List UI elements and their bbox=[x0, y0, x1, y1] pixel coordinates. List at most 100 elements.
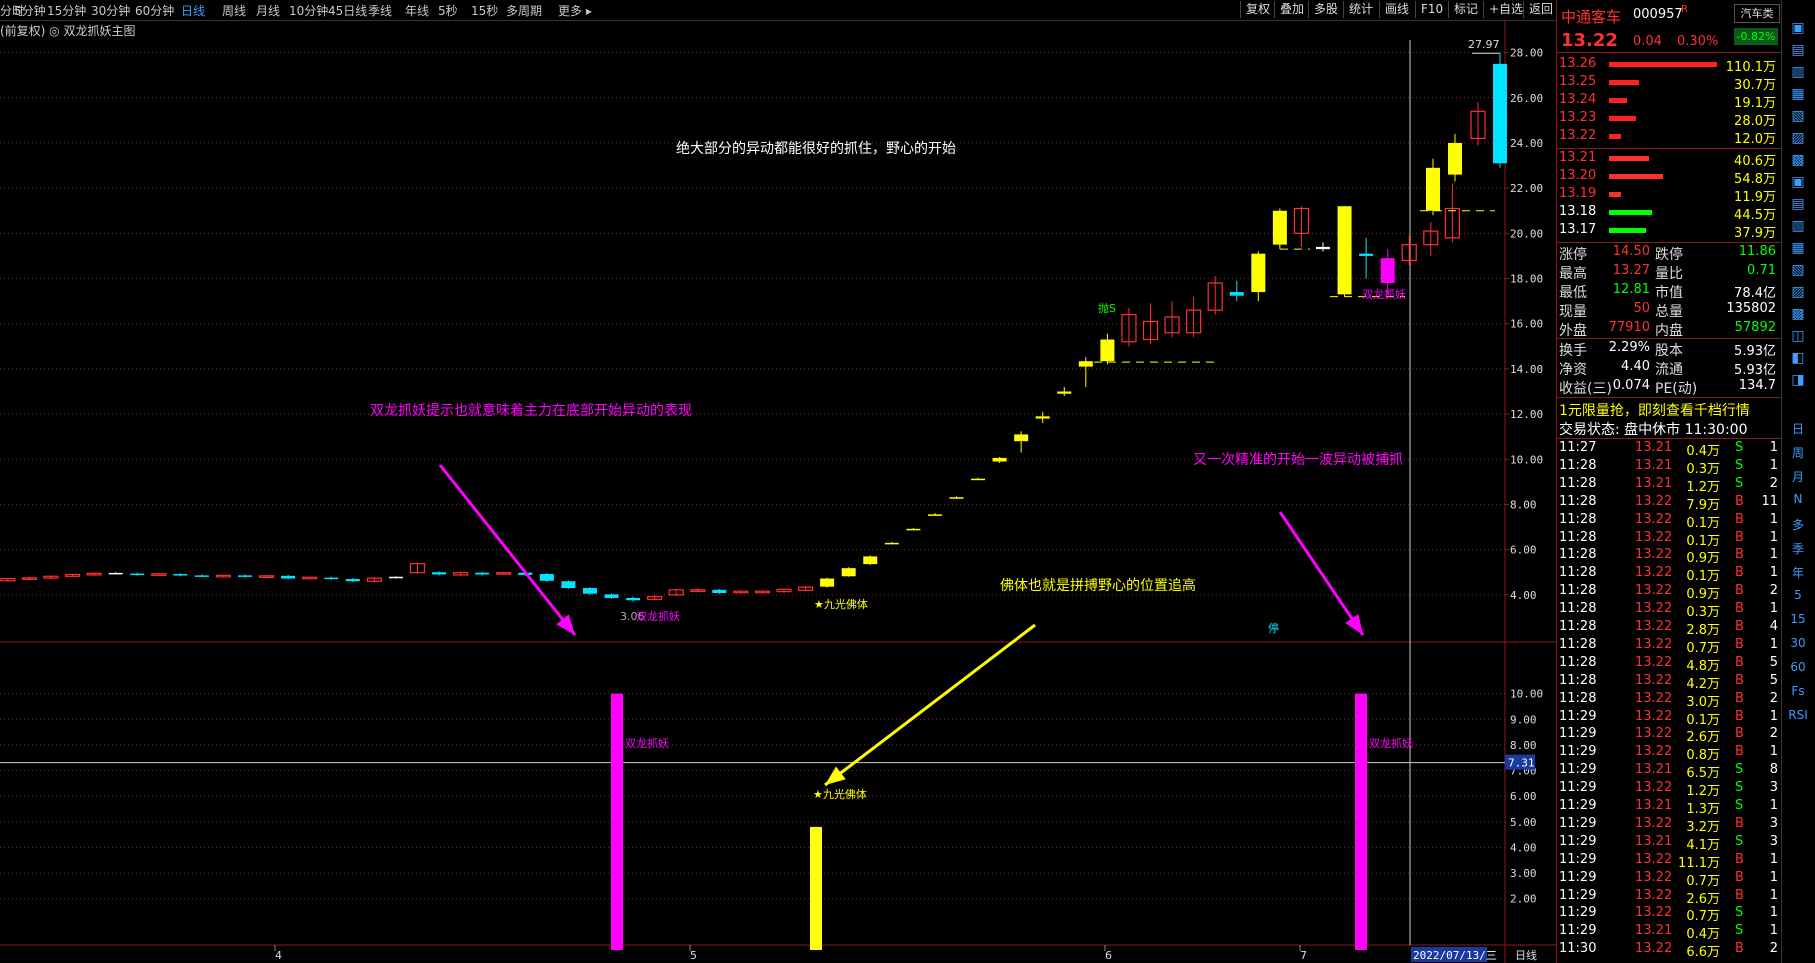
tick-side: B bbox=[1735, 941, 1744, 957]
period-9[interactable]: 45日线 bbox=[328, 2, 367, 19]
tick-count: 1 bbox=[1769, 511, 1778, 527]
tool-icon[interactable]: ▨ bbox=[1785, 284, 1811, 300]
period-15[interactable]: 更多 ▸ bbox=[558, 2, 592, 19]
tool-icon[interactable]: ▣ bbox=[1785, 174, 1811, 190]
tool-icon[interactable]: ◨ bbox=[1785, 372, 1811, 388]
tick-volume: 0.4万 bbox=[1686, 444, 1720, 459]
toolbar-btn-8[interactable]: 返回 bbox=[1523, 1, 1558, 18]
crosshair-value: 7.31 bbox=[1508, 757, 1535, 770]
trade-status: 交易状态: 盘中休市 11:30:00 bbox=[1559, 422, 1748, 438]
tool-icon[interactable]: ▣ bbox=[1785, 20, 1811, 36]
period-shortcut-7[interactable]: 5 bbox=[1785, 588, 1811, 602]
tick-time: 11:29 bbox=[1559, 923, 1597, 939]
toolbar-btn-7[interactable]: +自选 bbox=[1483, 1, 1528, 18]
period-4[interactable]: 60分钟 bbox=[135, 2, 174, 19]
period-1[interactable]: 5分钟 bbox=[14, 2, 46, 19]
bid-price: 13.20 bbox=[1559, 168, 1597, 183]
tool-icon[interactable]: ▩ bbox=[1785, 152, 1811, 168]
tick-volume: 0.1万 bbox=[1686, 569, 1720, 585]
tick-count: 1 bbox=[1769, 869, 1778, 885]
tick-count: 1 bbox=[1769, 708, 1778, 724]
tool-icon[interactable]: ▦ bbox=[1785, 86, 1811, 102]
period-3[interactable]: 30分钟 bbox=[91, 2, 130, 19]
tick-volume: 0.8万 bbox=[1686, 748, 1720, 764]
annotation-top: 绝大部分的异动都能很好的抓住，野心的开始 bbox=[676, 141, 956, 157]
candle-body bbox=[1229, 292, 1244, 296]
toolbar-btn-0[interactable]: 复权 bbox=[1240, 1, 1275, 18]
period-shortcut-6[interactable]: 年 bbox=[1785, 564, 1811, 581]
stat-label: 涨停 bbox=[1559, 247, 1587, 263]
period-shortcut-4[interactable]: 多 bbox=[1785, 516, 1811, 533]
toolbar-btn-6[interactable]: 标记 bbox=[1448, 1, 1483, 18]
stock-code: 000957 bbox=[1633, 7, 1683, 22]
tool-icon[interactable]: ◫ bbox=[1785, 328, 1811, 344]
tick-side: B bbox=[1735, 726, 1744, 742]
period-shortcut-3[interactable]: N bbox=[1785, 492, 1811, 506]
tick-side: S bbox=[1735, 905, 1744, 921]
period-shortcut-10[interactable]: 60 bbox=[1785, 660, 1811, 674]
tool-icon[interactable]: ▤ bbox=[1785, 42, 1811, 58]
period-shortcut-12[interactable]: RSI bbox=[1785, 708, 1811, 722]
period-shortcut-2[interactable]: 月 bbox=[1785, 468, 1811, 485]
period-shortcut-8[interactable]: 15 bbox=[1785, 612, 1811, 626]
period-8[interactable]: 10分钟 bbox=[289, 2, 328, 19]
stat-label: 总量 bbox=[1655, 304, 1683, 320]
toolbar-btn-1[interactable]: 叠加 bbox=[1274, 1, 1309, 18]
tool-icon[interactable]: ▥ bbox=[1785, 64, 1811, 80]
tick-time: 11:29 bbox=[1559, 708, 1597, 724]
candle-body bbox=[1100, 339, 1115, 362]
period-shortcut-11[interactable]: Fs bbox=[1785, 684, 1811, 698]
toolbar-btn-4[interactable]: 画线 bbox=[1379, 1, 1414, 18]
toolbar-btn-2[interactable]: 多股 bbox=[1308, 1, 1343, 18]
annotation-middle: 佛体也就是拼搏野心的位置追高 bbox=[1000, 577, 1196, 594]
tool-icon[interactable]: ▧ bbox=[1785, 262, 1811, 278]
toolbar-btn-3[interactable]: 统计 bbox=[1343, 1, 1378, 18]
tick-price: 13.22 bbox=[1635, 511, 1673, 527]
section-divider bbox=[1557, 338, 1782, 339]
toolbar-btn-5[interactable]: F10 bbox=[1415, 1, 1448, 18]
period-6[interactable]: 周线 bbox=[222, 2, 246, 19]
period-14[interactable]: 多周期 bbox=[506, 2, 542, 19]
price-tick-label: 24.00 bbox=[1510, 137, 1543, 150]
tick-volume: 6.5万 bbox=[1686, 766, 1720, 782]
quote-panel: 中通客车 000957 R 汽车类 13.22 0.04 0.30% -0.82% 13.26 1… bbox=[1556, 0, 1782, 963]
kline-chart[interactable]: 28.00 26.00 24.00 22.00 20.00 18.00 16.00 14.00… bbox=[0, 20, 1556, 963]
tool-icon[interactable]: ▧ bbox=[1785, 108, 1811, 124]
period-7[interactable]: 月线 bbox=[256, 2, 280, 19]
price-tick-label: 14.00 bbox=[1510, 363, 1543, 376]
period-shortcut-5[interactable]: 季 bbox=[1785, 540, 1811, 557]
tick-side: B bbox=[1735, 511, 1744, 527]
tool-icon[interactable]: ▦ bbox=[1785, 240, 1811, 256]
period-shortcut-9[interactable]: 30 bbox=[1785, 636, 1811, 650]
tool-icon[interactable]: ▥ bbox=[1785, 218, 1811, 234]
tool-icon[interactable]: ▩ bbox=[1785, 306, 1811, 322]
period-12[interactable]: 5秒 bbox=[438, 2, 458, 19]
period-shortcut-1[interactable]: 周 bbox=[1785, 444, 1811, 461]
category-badge[interactable]: 汽车类 bbox=[1734, 4, 1780, 23]
promo-banner[interactable]: 1元限量抢，即刻查看千档行情 bbox=[1559, 400, 1750, 420]
period-13[interactable]: 15秒 bbox=[471, 2, 498, 19]
tick-volume: 0.7万 bbox=[1686, 640, 1720, 656]
tool-icon[interactable]: ▨ bbox=[1785, 130, 1811, 146]
tick-count: 1 bbox=[1769, 923, 1778, 939]
period-11[interactable]: 年线 bbox=[405, 2, 429, 19]
tick-price: 13.22 bbox=[1635, 708, 1673, 724]
tick-volume: 4.1万 bbox=[1686, 837, 1720, 853]
tool-icon[interactable]: ▤ bbox=[1785, 196, 1811, 212]
tick-price: 13.22 bbox=[1635, 726, 1673, 742]
sub-tick-label: 5.00 bbox=[1510, 816, 1537, 829]
period-10[interactable]: 季线 bbox=[368, 2, 392, 19]
tick-time: 11:28 bbox=[1559, 672, 1597, 688]
period-2[interactable]: 15分钟 bbox=[47, 2, 86, 19]
period-5[interactable]: 日线 bbox=[181, 2, 205, 19]
period-shortcut-0[interactable]: 日 bbox=[1785, 420, 1811, 437]
candle-body bbox=[712, 589, 727, 594]
tick-count: 3 bbox=[1769, 833, 1778, 849]
bid-price: 13.19 bbox=[1559, 186, 1597, 201]
candle-body bbox=[324, 577, 339, 580]
tool-icon[interactable]: ◧ bbox=[1785, 350, 1811, 366]
price-tick-label: 4.00 bbox=[1510, 589, 1537, 602]
price-change-pct: 0.30% bbox=[1677, 34, 1719, 49]
ask-bar bbox=[1609, 134, 1621, 139]
tick-time: 11:28 bbox=[1559, 529, 1597, 545]
